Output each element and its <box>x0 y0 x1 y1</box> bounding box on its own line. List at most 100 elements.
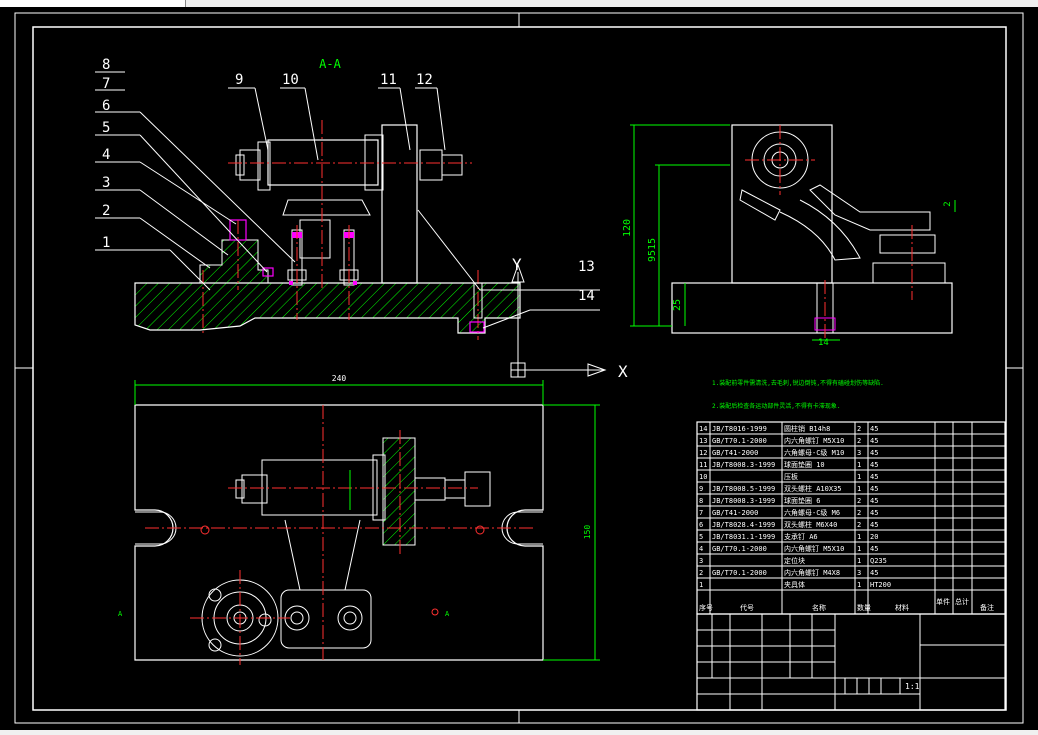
bom-header-unit-weight: 单件 <box>936 597 950 606</box>
balloon-7: 7 <box>102 76 110 92</box>
bom-cell-qty: 1 <box>857 581 861 589</box>
nut-12-end <box>441 154 463 176</box>
bom-cell-name: 内六角螺钉 M5X10 <box>784 436 844 445</box>
nut-12 <box>419 149 443 181</box>
bom-cell-material: HT200 <box>870 581 891 589</box>
bom-cell-no: 7 <box>699 509 703 517</box>
bom-cell-no: 14 <box>699 425 707 433</box>
clamp-plate-10 <box>282 199 371 216</box>
bom-cell-no: 4 <box>699 545 703 553</box>
bom-cell-name: 内六角螺钉 M5X10 <box>784 544 844 553</box>
bom-cell-material: 45 <box>870 473 878 481</box>
bom-cell-code: JB/T8008.3-1999 <box>712 461 775 469</box>
document-tab[interactable] <box>0 0 186 7</box>
top-view: 240 150 A A <box>118 374 600 665</box>
dim-2: 2 <box>943 201 953 206</box>
balloon-14: 14 <box>578 288 595 304</box>
bom-cell-no: 2 <box>699 569 703 577</box>
top-nut-right <box>414 477 446 501</box>
side-centerlines <box>745 125 913 340</box>
bom-cell-qty: 2 <box>857 497 861 505</box>
bom-cell-material: 45 <box>870 485 878 493</box>
bom-cell-qty: 3 <box>857 449 861 457</box>
bom-cell-code: GB/T41-2000 <box>712 509 758 517</box>
bom-cell-material: 45 <box>870 437 878 445</box>
bom-cell-code: GB/T70.1-2000 <box>712 545 767 553</box>
top-bracket <box>464 471 491 507</box>
bom-cell-name: 夹具体 <box>784 580 805 589</box>
bom-cell-name: 六角螺母-C级 M6 <box>784 508 840 517</box>
dim-150: 150 <box>583 525 592 540</box>
balloon-8: 8 <box>102 57 110 73</box>
bom-cell-material: 45 <box>870 461 878 469</box>
bom-cell-name: 双头螺柱 A10X35 <box>784 484 842 493</box>
bom-header-qty: 数量 <box>857 603 871 612</box>
bom-cell-name: 六角螺母-C级 M10 <box>784 448 844 457</box>
bom-cell-qty: 1 <box>857 461 861 469</box>
bom-cell-name: 定位块 <box>784 556 805 565</box>
bom-cell-code: GB/T41-2000 <box>712 449 758 457</box>
bom-cell-name: 内六角螺钉 M4X8 <box>784 568 840 577</box>
status-bar <box>0 730 1038 735</box>
dim-240: 240 <box>332 374 347 383</box>
bom-cell-code: JB/T8008.5-1999 <box>712 485 775 493</box>
balloon-3: 3 <box>102 175 110 191</box>
bom-cell-no: 1 <box>699 581 703 589</box>
bom-table: 14 JB/T8016-1999 圆柱销 B14h8 2 4513 GB/T70.1-20… <box>696 421 1006 615</box>
bom-cell-code: GB/T70.1-2000 <box>712 437 767 445</box>
bom-cell-material: 45 <box>870 425 878 433</box>
bom-cell-material: 20 <box>870 533 878 541</box>
bom-cell-name: 双头螺柱 M6X40 <box>784 520 837 529</box>
bom-cell-material: 45 <box>870 569 878 577</box>
title-scale-value: 1:1 <box>905 682 920 691</box>
top-column-section <box>382 437 416 546</box>
side-support-base <box>872 262 946 284</box>
bom-cell-name: 球面垫圈 10 <box>784 460 825 469</box>
top-small-holes <box>200 525 485 616</box>
top-nut-right-end <box>444 479 466 499</box>
workpiece-curve <box>779 199 861 261</box>
bom-cell-name: 支承钉 A6 <box>784 532 818 541</box>
centering-marks <box>15 13 1023 723</box>
bom-cell-code: JB/T8031.1-1999 <box>712 533 775 541</box>
balloon-11: 11 <box>380 72 397 88</box>
bom-cell-code: GB/T70.1-2000 <box>712 569 767 577</box>
top-nut-left-end <box>235 479 245 499</box>
cad-model-space[interactable]: A-A 1 2 3 4 5 6 7 8 9 10 11 12 13 14 Y X… <box>0 7 1038 730</box>
note-1: 1.装配前零件需清洗,去毛刺,锐边倒钝,不得有磕碰划伤等缺陷. <box>712 379 884 387</box>
ucs-y-label: Y <box>512 255 522 274</box>
side-support <box>879 234 936 254</box>
bom-cell-qty: 2 <box>857 425 861 433</box>
bom-cell-qty: 3 <box>857 569 861 577</box>
bom-cell-material: 45 <box>870 545 878 553</box>
bom-cell-material: Q235 <box>870 557 887 565</box>
title-block: 1:1 <box>696 613 1006 711</box>
bom-cell-name: 圆柱销 B14h8 <box>784 424 830 433</box>
ucs-x-label: X <box>618 362 628 381</box>
balloon-9: 9 <box>235 72 243 88</box>
note-2: 2.装配后检查各运动部件灵活,不得有卡滞现象. <box>712 402 840 410</box>
bom-cell-no: 10 <box>699 473 707 481</box>
bom-cell-material: 45 <box>870 497 878 505</box>
side-view: 120 9515 25 2 14 <box>622 124 956 348</box>
top-nut-left <box>241 474 268 504</box>
bom-cell-qty: 1 <box>857 473 861 481</box>
bom-cell-code: JB/T8008.3-1999 <box>712 497 775 505</box>
front-section-view: A-A 1 2 3 4 5 6 7 8 9 10 11 12 13 14 Y X <box>95 57 628 381</box>
balloon-5: 5 <box>102 120 110 136</box>
bom-cell-code: JB/T8016-1999 <box>712 425 767 433</box>
bom-cell-material: 45 <box>870 509 878 517</box>
top-clamp-plate <box>280 589 372 649</box>
bom-cell-no: 13 <box>699 437 707 445</box>
bom-header-no: 序号 <box>699 603 713 612</box>
assembly-drawing: A-A 1 2 3 4 5 6 7 8 9 10 11 12 13 14 Y X… <box>14 12 1024 724</box>
section-mark-left: A <box>118 610 123 618</box>
ucs-icon: Y X <box>510 255 628 381</box>
bom-cell-name: 球面垫圈 6 <box>784 496 820 505</box>
bom-header-note: 备注 <box>980 603 994 612</box>
side-base <box>671 282 953 334</box>
bom-cell-qty: 2 <box>857 437 861 445</box>
bom-cell-qty: 1 <box>857 545 861 553</box>
technical-notes: 1.装配前零件需清洗,去毛刺,锐边倒钝,不得有磕碰划伤等缺陷. 2.装配后检查各… <box>712 379 884 410</box>
section-mark-right: A <box>445 610 450 618</box>
